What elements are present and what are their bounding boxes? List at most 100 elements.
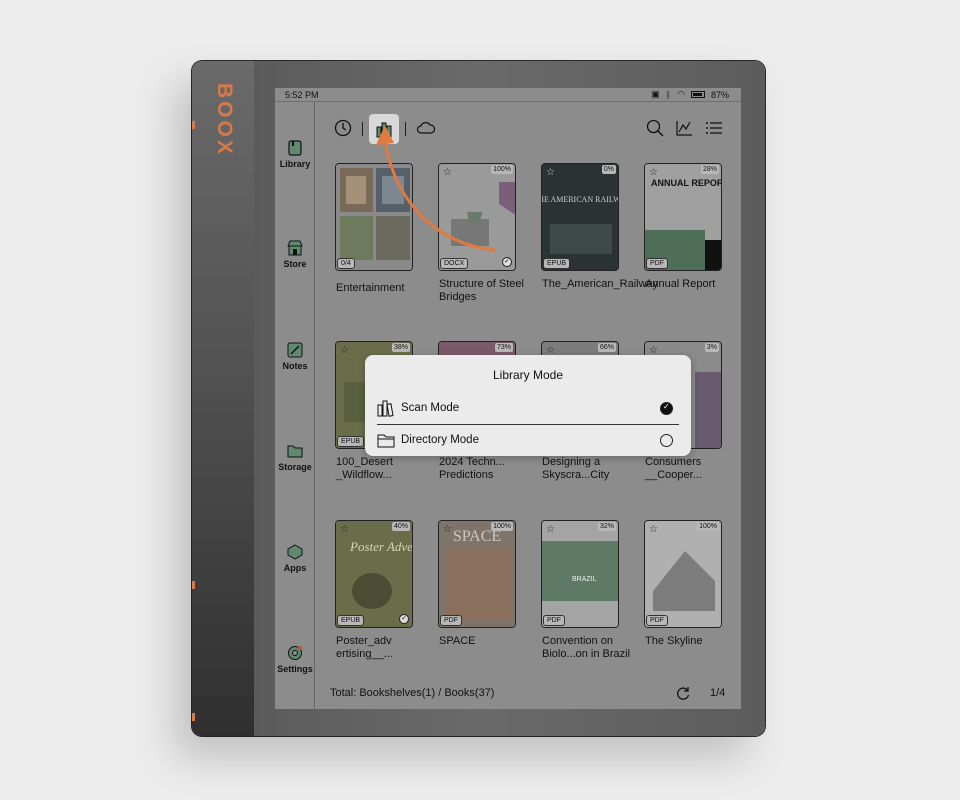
total-count: Total: Bookshelves(1) / Books(37) xyxy=(330,687,495,699)
annotation-arrow xyxy=(376,125,496,252)
sidebar: Library Store Notes Storage Apps Setting… xyxy=(275,102,315,709)
progress-badge: 66% xyxy=(597,343,616,352)
book-title: Annual Report xyxy=(645,278,716,290)
book-title: Entertainment xyxy=(336,282,405,294)
scan-mode-icon xyxy=(377,400,394,417)
progress-badge: 0% xyxy=(601,165,616,174)
status-time: 5:52 PM xyxy=(285,90,319,100)
progress-badge: 40% xyxy=(391,522,410,531)
sidebar-label: Library xyxy=(279,159,311,169)
book-cover: Poster Advertising ☆ 40% EPUB ✓ xyxy=(335,520,413,628)
stats-icon xyxy=(676,121,692,136)
book-title: The_American_Railway xyxy=(542,278,659,290)
sidebar-item-settings[interactable]: Settings xyxy=(275,645,315,674)
progress-badge: 38% xyxy=(391,343,410,352)
directory-mode-icon xyxy=(377,434,395,448)
cover-text: BRAZIL xyxy=(572,576,597,583)
sidebar-label: Storage xyxy=(278,462,312,472)
sidebar-item-storage[interactable]: Storage xyxy=(275,443,315,472)
format-badge: EPUB xyxy=(337,436,365,447)
radio-unselected[interactable] xyxy=(660,434,673,447)
sidebar-item-notes[interactable]: Notes xyxy=(275,342,315,371)
apps-icon xyxy=(287,544,303,560)
scan-mode-option[interactable]: Scan Mode xyxy=(377,395,679,423)
format-badge: PDF xyxy=(646,258,668,269)
format-badge: PDF xyxy=(440,615,462,626)
progress-badge: 73% xyxy=(494,343,513,352)
check-icon: ✓ xyxy=(399,614,409,624)
recent-button[interactable] xyxy=(331,116,355,140)
progress-badge: 100% xyxy=(697,522,719,531)
device-notch xyxy=(192,713,195,721)
radio-selected[interactable] xyxy=(660,402,673,415)
divider xyxy=(377,424,679,425)
search-button[interactable] xyxy=(643,116,667,140)
sidebar-item-library[interactable]: Library xyxy=(275,140,315,169)
favorite-star-icon: ☆ xyxy=(546,524,555,535)
recent-icon xyxy=(334,119,352,137)
search-icon xyxy=(646,119,664,137)
statistics-button[interactable] xyxy=(672,116,696,140)
book-title: Convention on Biolo...on in Brazil xyxy=(542,635,631,660)
book-title: 2024 Techn... Predictions xyxy=(439,456,505,481)
book-title: SPACE xyxy=(439,635,476,647)
notes-icon xyxy=(287,342,303,358)
book-title: The Skyline xyxy=(645,635,703,647)
favorite-star-icon: ☆ xyxy=(649,167,658,178)
cover-image: ANNUAL REPORT xyxy=(645,164,722,270)
store-icon xyxy=(287,240,303,256)
format-badge: PDF xyxy=(543,615,565,626)
book-cover: SPACE ☆ 100% PDF xyxy=(438,520,516,628)
book-cover: ☆ 100% PDF xyxy=(644,520,722,628)
format-badge: EPUB xyxy=(337,615,365,626)
device-notch xyxy=(192,121,195,129)
book-title: Poster_adv ertising__... xyxy=(336,635,393,660)
battery-icon xyxy=(690,91,705,98)
cover-image: SPACE xyxy=(439,521,515,627)
progress-badge: 3% xyxy=(704,343,719,352)
favorite-star-icon: ☆ xyxy=(546,167,555,178)
folder-icon xyxy=(287,445,303,458)
cover-text: THE AMERICAN RAILWAY xyxy=(542,195,619,204)
device-notch xyxy=(192,581,195,589)
sidebar-label: Notes xyxy=(282,361,308,371)
progress-badge: 100% xyxy=(491,522,513,531)
book-title: Structure of Steel Bridges xyxy=(439,278,524,303)
format-badge: EPUB xyxy=(543,258,571,269)
cover-image: BRAZIL xyxy=(542,521,618,627)
cover-image xyxy=(645,521,721,627)
format-badge: PDF xyxy=(646,615,668,626)
wifi-icon: ◠ xyxy=(677,89,685,99)
refresh-icon xyxy=(677,687,690,700)
favorite-star-icon: ☆ xyxy=(340,524,349,535)
cover-image: THE AMERICAN RAILWAY xyxy=(542,164,619,270)
option-label: Scan Mode xyxy=(401,402,460,414)
dialog-title: Library Mode xyxy=(492,368,564,382)
library-mode-dialog: Library Mode Scan Mode Directory Mode xyxy=(365,355,691,456)
cover-image: Poster Advertising xyxy=(336,521,413,627)
progress-badge: 28% xyxy=(700,165,719,174)
battery-level: 87% xyxy=(710,89,729,100)
directory-mode-option[interactable]: Directory Mode xyxy=(377,427,679,455)
cover-text: ANNUAL REPORT xyxy=(651,178,722,188)
sidebar-label: Store xyxy=(283,259,307,269)
bluetooth-icon: ᛒ xyxy=(665,89,672,100)
refresh-button[interactable] xyxy=(675,685,691,704)
sidebar-item-store[interactable]: Store xyxy=(275,240,315,269)
list-icon xyxy=(706,122,722,134)
page-indicator[interactable]: 1/4 xyxy=(710,687,725,699)
progress-badge: 32% xyxy=(597,522,616,531)
favorite-star-icon: ☆ xyxy=(340,345,349,356)
book-cover: BRAZIL ☆ 32% PDF xyxy=(541,520,619,628)
sidebar-item-apps[interactable]: Apps xyxy=(275,544,315,573)
book-title: Designing a Skyscra...City xyxy=(542,456,610,481)
device-spine xyxy=(192,61,254,736)
book-icon xyxy=(288,140,302,156)
sidebar-label: Apps xyxy=(283,563,307,573)
cover-text: Poster Advertising xyxy=(349,539,413,554)
book-title: Consumers __Cooper... xyxy=(645,456,702,481)
list-view-button[interactable] xyxy=(702,116,726,140)
book-cover: ANNUAL REPORT ☆ 28% PDF xyxy=(644,163,722,271)
status-bar: 5:52 PM ▣ ᛒ ◠ 87% xyxy=(275,88,741,102)
settings-icon xyxy=(288,646,302,660)
